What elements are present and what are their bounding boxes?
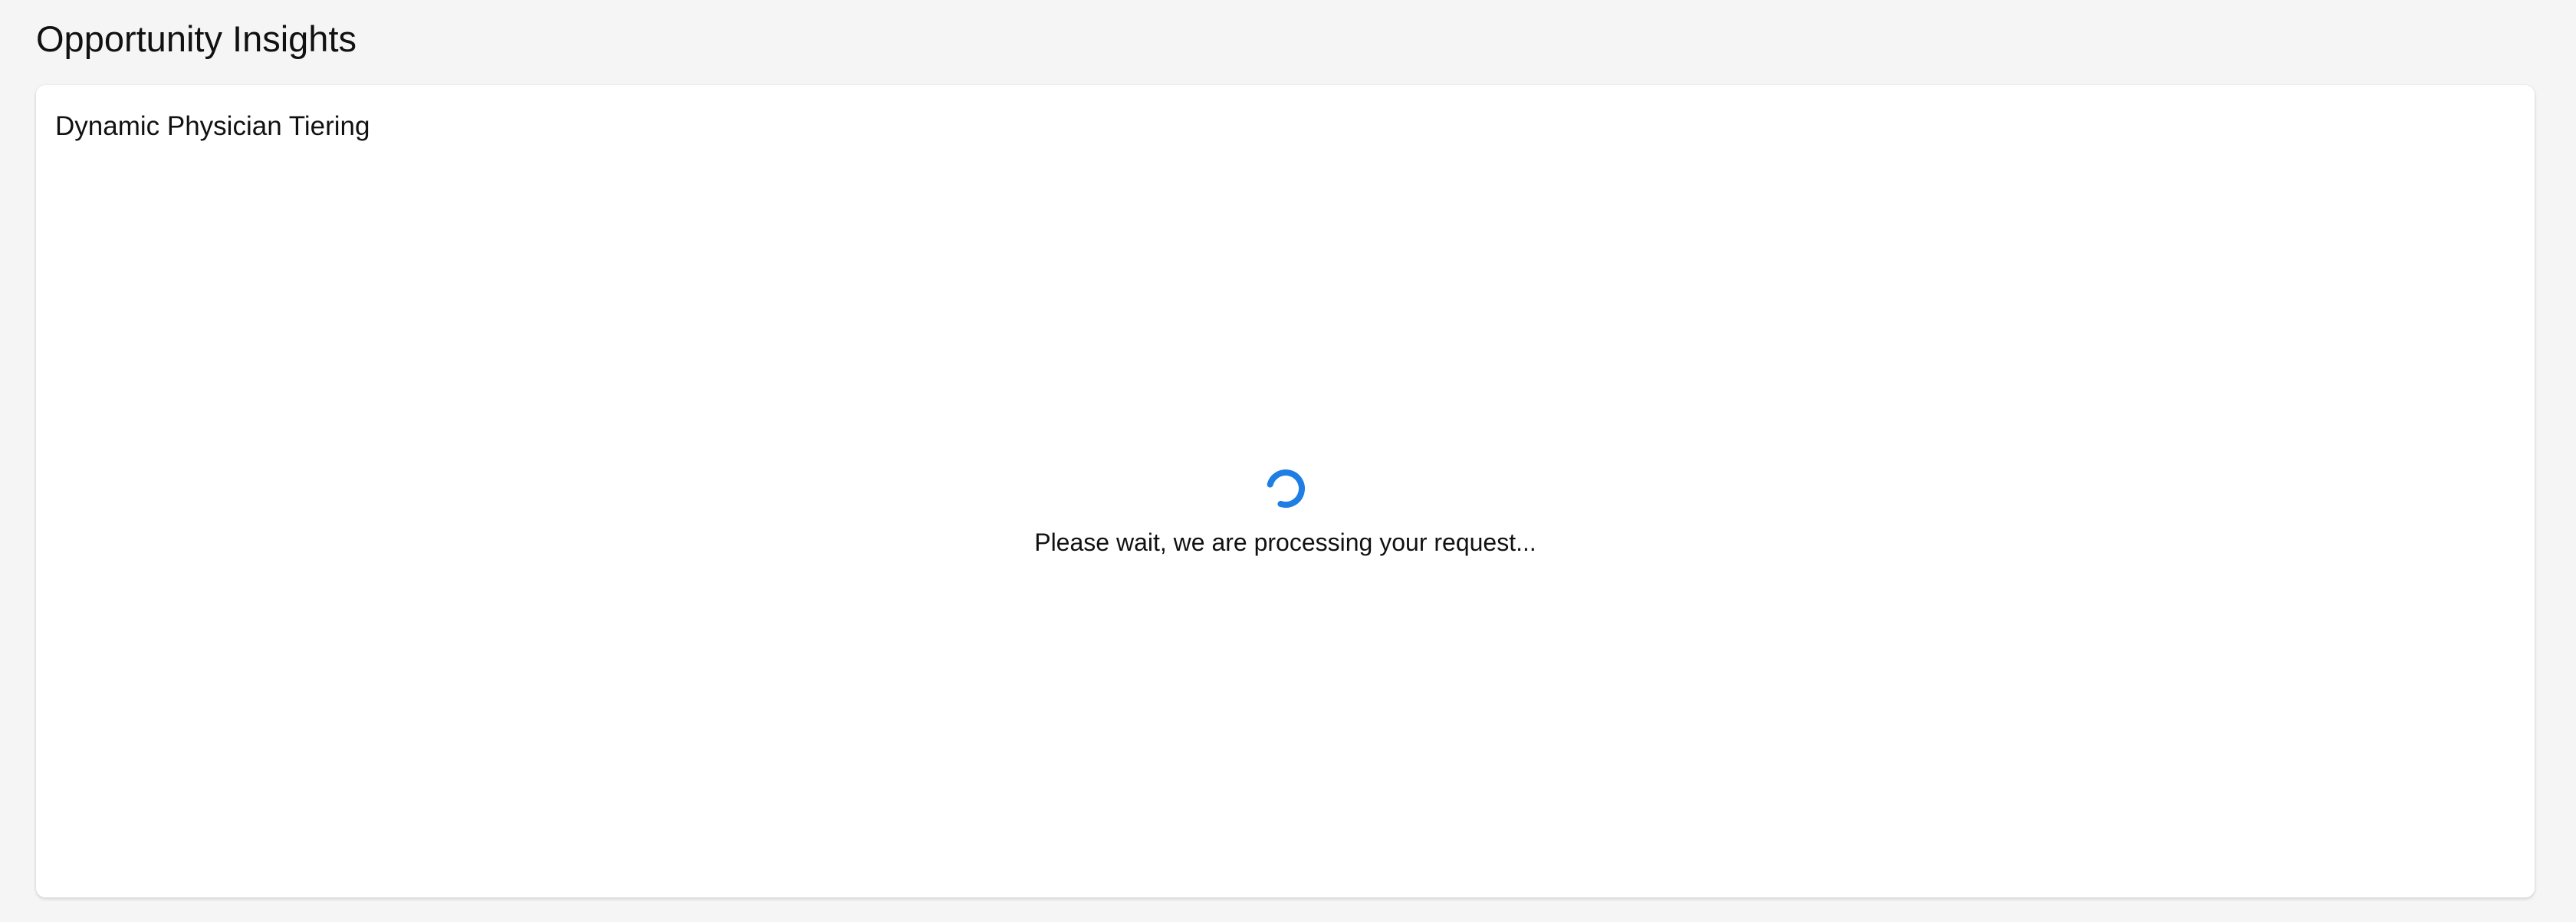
loading-state: Please wait, we are processing your requ… bbox=[36, 469, 2535, 559]
dynamic-physician-tiering-card: Dynamic Physician Tiering Please wait, w… bbox=[36, 85, 2535, 897]
spinner-arc bbox=[1266, 469, 1305, 508]
loading-spinner-icon bbox=[1266, 469, 1305, 508]
page-title: Opportunity Insights bbox=[36, 18, 356, 59]
card-title: Dynamic Physician Tiering bbox=[55, 111, 370, 141]
loading-message: Please wait, we are processing your requ… bbox=[1034, 529, 1536, 556]
opportunity-insights-page: Opportunity Insights Dynamic Physician T… bbox=[0, 0, 2576, 922]
